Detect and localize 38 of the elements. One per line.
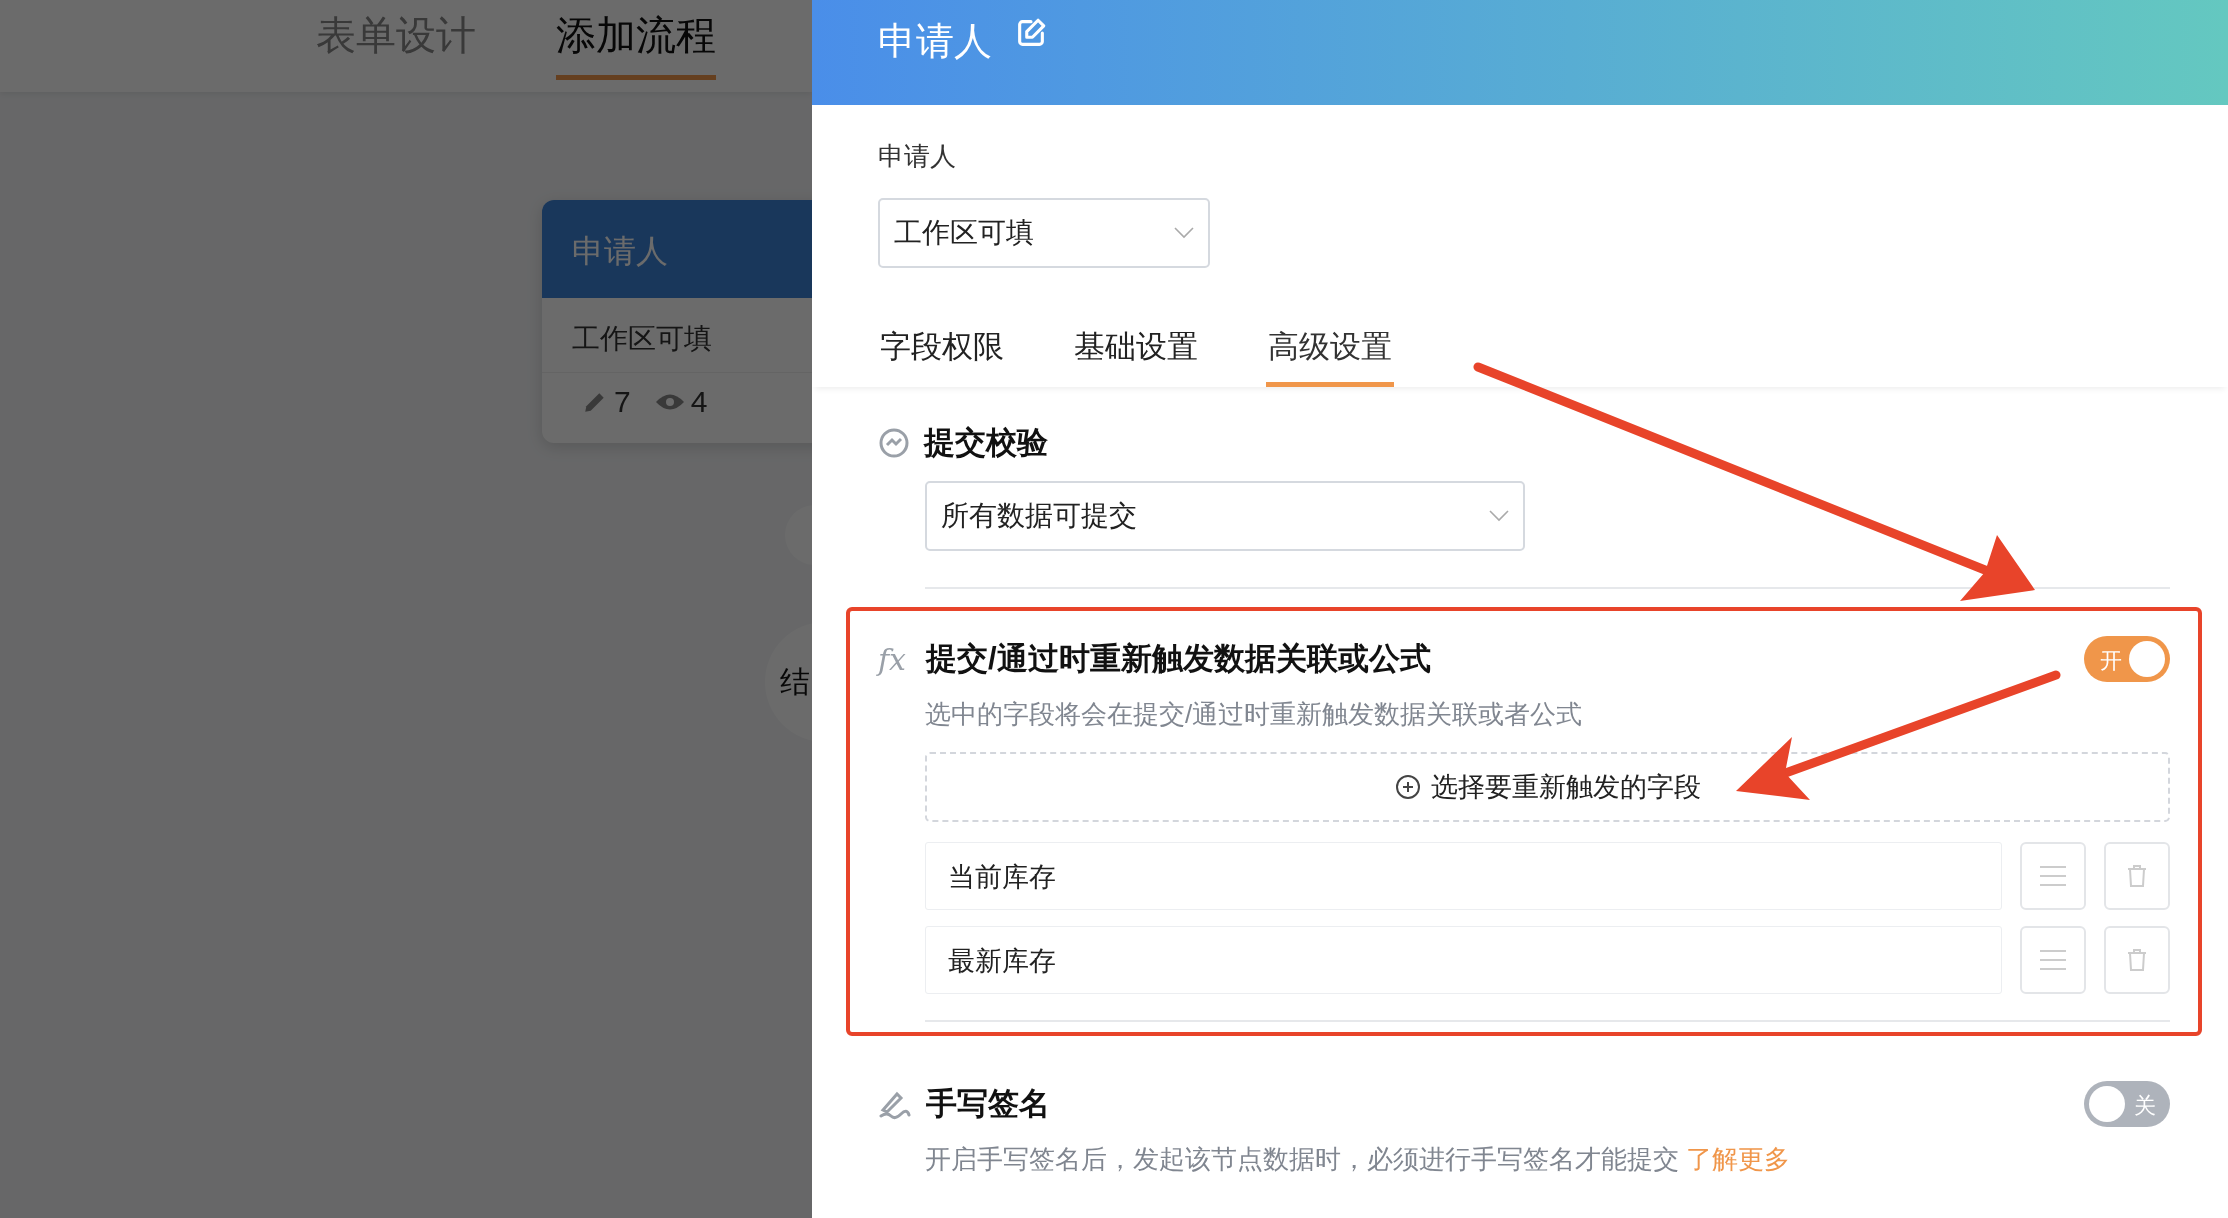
node-permission: 工作区可填 [542, 298, 812, 373]
check-circle-icon [878, 427, 910, 459]
flow-node-card[interactable]: 申请人 工作区可填 7 4 [542, 200, 812, 443]
permission-select[interactable]: 工作区可填 [878, 198, 1210, 268]
field-item: 最新库存 [925, 926, 2002, 994]
settings-tab[interactable]: 基础设置 [1072, 326, 1200, 387]
drag-handle-button[interactable] [2020, 842, 2086, 910]
chevron-down-icon [1489, 510, 1509, 522]
edit-count: 7 [614, 385, 631, 419]
section-title: 手写签名 [926, 1085, 1051, 1123]
section-title: 提交/通过时重新触发数据关联或公式 [926, 640, 1432, 678]
end-node[interactable]: 结 [765, 622, 812, 742]
panel-title: 申请人 [878, 19, 992, 64]
drag-handle-button[interactable] [2020, 926, 2086, 994]
trash-icon [2126, 948, 2148, 972]
delete-button[interactable] [2104, 842, 2170, 910]
field-label: 申请人 [878, 140, 957, 173]
settings-tab[interactable]: 字段权限 [878, 326, 1006, 387]
menu-icon [2038, 864, 2068, 888]
delete-button[interactable] [2104, 926, 2170, 994]
chevron-down-icon [1174, 227, 1194, 239]
section-description: 开启手写签名后，发起该节点数据时，必须进行手写签名才能提交 了解更多 [925, 1143, 1792, 1176]
learn-more-link[interactable]: 了解更多 [1686, 1144, 1791, 1174]
menu-icon [2038, 948, 2068, 972]
page-tab[interactable]: 添加流程 [556, 0, 716, 80]
validation-select[interactable]: 所有数据可提交 [925, 481, 1525, 551]
toggle-switch[interactable]: 开 [2084, 636, 2170, 682]
section-description: 选中的字段将会在提交/通过时重新触发数据关联或者公式 [925, 698, 1584, 731]
section-title: 提交校验 [924, 424, 1049, 462]
settings-tab[interactable]: 高级设置 [1266, 326, 1394, 387]
plus-circle-icon [1394, 774, 1421, 800]
toggle-switch[interactable]: 关 [2084, 1081, 2170, 1127]
field-item: 当前库存 [925, 842, 2002, 910]
node-title: 申请人 [542, 200, 812, 298]
formula-icon: fx [878, 641, 912, 677]
view-count: 4 [690, 385, 708, 419]
trash-icon [2126, 864, 2148, 888]
add-field-button[interactable]: 选择要重新触发的字段 [925, 752, 2170, 822]
